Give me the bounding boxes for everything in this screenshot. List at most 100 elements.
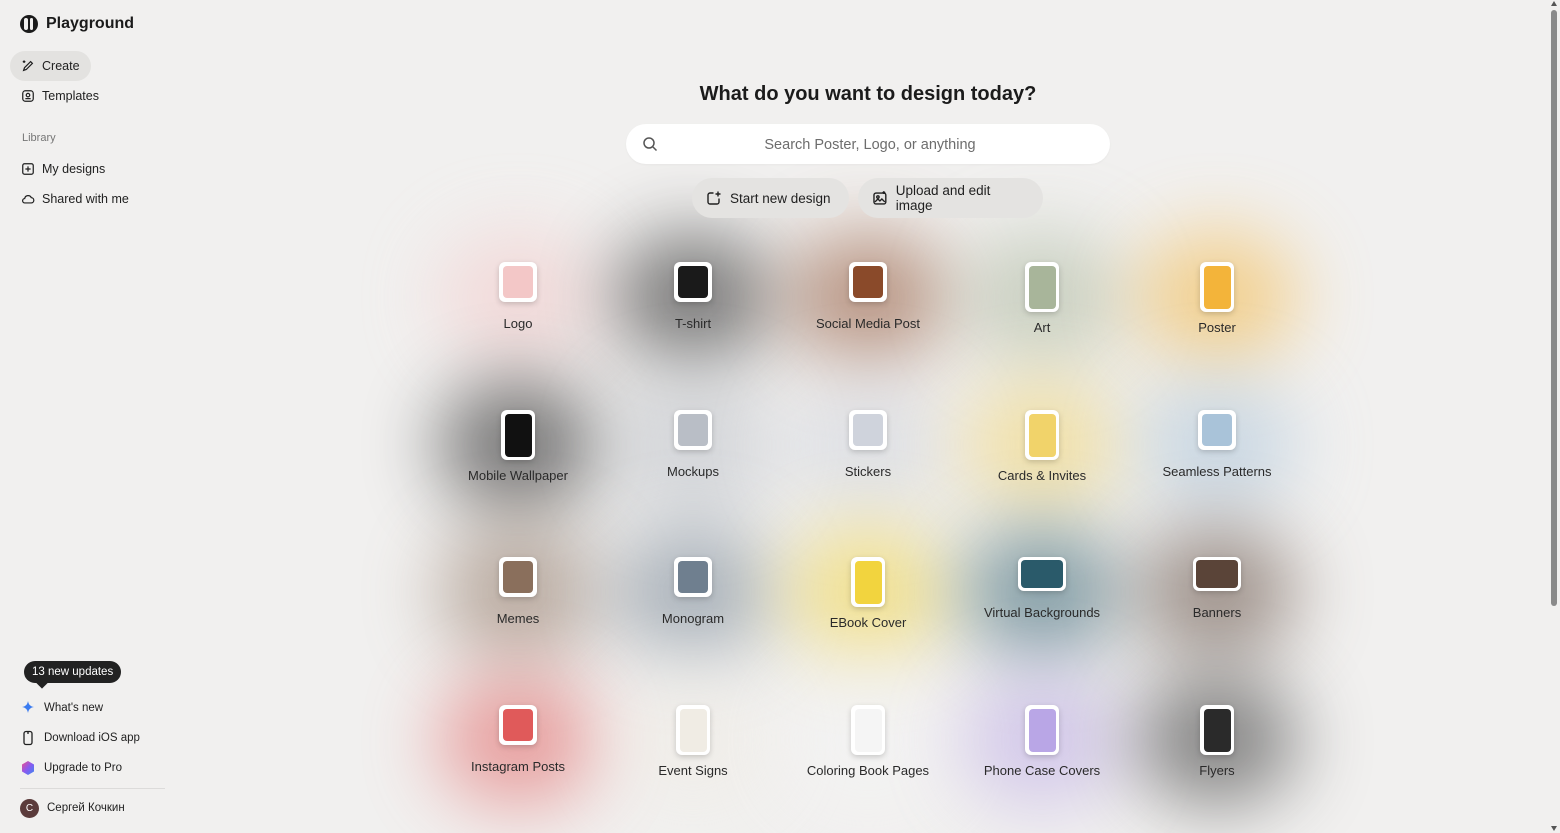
poster-thumb-icon	[1200, 262, 1234, 312]
category-label: Instagram Posts	[471, 759, 565, 774]
image-upload-icon	[873, 191, 887, 205]
banners-thumb-icon	[1193, 557, 1241, 591]
wallpaper-thumb-icon	[501, 410, 535, 460]
thumb-image	[1203, 265, 1231, 309]
category-tile[interactable]: Poster	[1132, 262, 1302, 382]
social-post-thumb-icon	[849, 262, 887, 302]
thumb-image	[1028, 708, 1056, 752]
category-tile[interactable]: Seamless Patterns	[1132, 410, 1302, 530]
thumb-image	[853, 414, 883, 446]
category-tile[interactable]: Monogram	[608, 557, 778, 677]
upgrade-pro-link[interactable]: Upgrade to Pro	[20, 758, 122, 778]
category-tile[interactable]: Instagram Posts	[433, 705, 603, 825]
category-tile[interactable]: Social Media Post	[783, 262, 953, 382]
art-thumb-icon	[1025, 262, 1059, 312]
category-label: Phone Case Covers	[983, 763, 1101, 778]
sidebar-item-label: Templates	[42, 89, 99, 103]
templates-icon	[22, 90, 34, 102]
category-tile[interactable]: Event Signs	[608, 705, 778, 825]
sidebar-item-create[interactable]: Create	[10, 51, 91, 81]
thumb-image	[1202, 414, 1232, 446]
scrollbar[interactable]	[1548, 0, 1560, 833]
phone-case-thumb-icon	[1025, 705, 1059, 755]
category-tile[interactable]: Memes	[433, 557, 603, 677]
thumb-image	[1021, 560, 1063, 588]
updates-badge[interactable]: 13 new updates	[24, 661, 122, 683]
category-label: EBook Cover	[829, 615, 907, 630]
scroll-down-icon[interactable]	[1551, 826, 1557, 831]
thumb-image	[854, 708, 882, 752]
logo-thumb-icon	[499, 262, 537, 302]
thumb-image	[503, 561, 533, 593]
category-label: Mockups	[666, 464, 720, 479]
category-tile[interactable]: Banners	[1132, 557, 1302, 677]
pro-hexagon-icon	[22, 761, 34, 775]
download-ios-label: Download iOS app	[44, 732, 140, 744]
thumb-image	[1203, 708, 1231, 752]
user-profile[interactable]: C Сергей Кочкин	[20, 798, 125, 818]
search-icon	[643, 137, 658, 152]
category-tile[interactable]: Mobile Wallpaper	[433, 410, 603, 530]
stickers-thumb-icon	[849, 410, 887, 450]
category-label: T-shirt	[674, 316, 712, 331]
start-new-design-button[interactable]: Start new design	[692, 178, 849, 218]
cloud-icon	[22, 195, 35, 204]
cards-thumb-icon	[1025, 410, 1059, 460]
thumb-image	[1028, 413, 1056, 457]
start-new-design-label: Start new design	[730, 190, 831, 206]
search-bar[interactable]	[626, 124, 1110, 166]
category-label: Social Media Post	[815, 316, 921, 331]
thumb-image	[504, 413, 532, 457]
category-tile[interactable]: Phone Case Covers	[957, 705, 1127, 825]
category-label: Event Signs	[658, 763, 728, 778]
pencil-sparkle-icon	[22, 60, 34, 72]
thumb-image	[679, 708, 707, 752]
category-label: Cards & Invites	[997, 468, 1087, 483]
download-ios-link[interactable]: Download iOS app	[20, 728, 140, 748]
category-label: Banners	[1192, 605, 1242, 620]
library-heading: Library	[22, 132, 56, 144]
whats-new-link[interactable]: What's new	[20, 698, 103, 718]
sidebar-item-label: My designs	[42, 162, 106, 176]
category-tile[interactable]: EBook Cover	[783, 557, 953, 677]
category-label: Seamless Patterns	[1162, 464, 1272, 479]
category-label: Stickers	[844, 464, 892, 479]
sidebar-item-templates[interactable]: Templates	[10, 81, 110, 111]
scrollbar-thumb[interactable]	[1551, 10, 1557, 606]
category-label: Mobile Wallpaper	[468, 468, 568, 483]
brand[interactable]: Playground	[20, 15, 134, 33]
whats-new-label: What's new	[44, 702, 104, 714]
page-title: What do you want to design today?	[699, 83, 1037, 105]
search-input[interactable]	[666, 124, 1074, 166]
instagram-thumb-icon	[499, 705, 537, 745]
thumb-image	[1028, 265, 1056, 309]
category-tile[interactable]: Flyers	[1132, 705, 1302, 825]
memes-thumb-icon	[499, 557, 537, 597]
upload-edit-image-label: Upload and edit image	[895, 183, 991, 213]
scroll-up-icon[interactable]	[1551, 1, 1557, 6]
designs-folder-icon	[22, 163, 34, 175]
patterns-thumb-icon	[1198, 410, 1236, 450]
thumb-image	[854, 560, 882, 604]
category-tile[interactable]: Cards & Invites	[957, 410, 1127, 530]
category-tile[interactable]: Art	[957, 262, 1127, 382]
playground-logo-icon	[20, 15, 38, 33]
thumb-image	[678, 561, 708, 593]
virtual-bg-thumb-icon	[1018, 557, 1066, 591]
upgrade-pro-label: Upgrade to Pro	[44, 762, 122, 774]
category-tile[interactable]: Coloring Book Pages	[783, 705, 953, 825]
category-tile[interactable]: T-shirt	[608, 262, 778, 382]
sidebar-item-label: Create	[42, 59, 80, 73]
brand-name: Playground	[46, 15, 135, 32]
coloring-thumb-icon	[851, 705, 885, 755]
category-tile[interactable]: Logo	[433, 262, 603, 382]
category-tile[interactable]: Virtual Backgrounds	[957, 557, 1127, 677]
tshirt-thumb-icon	[674, 262, 712, 302]
category-label: Coloring Book Pages	[806, 763, 930, 778]
category-tile[interactable]: Mockups	[608, 410, 778, 530]
category-tile[interactable]: Stickers	[783, 410, 953, 530]
upload-edit-image-button[interactable]: Upload and edit image	[858, 178, 1043, 218]
event-signs-thumb-icon	[676, 705, 710, 755]
sidebar-item-shared[interactable]: Shared with me	[10, 184, 140, 214]
sidebar-item-my-designs[interactable]: My designs	[10, 154, 116, 184]
